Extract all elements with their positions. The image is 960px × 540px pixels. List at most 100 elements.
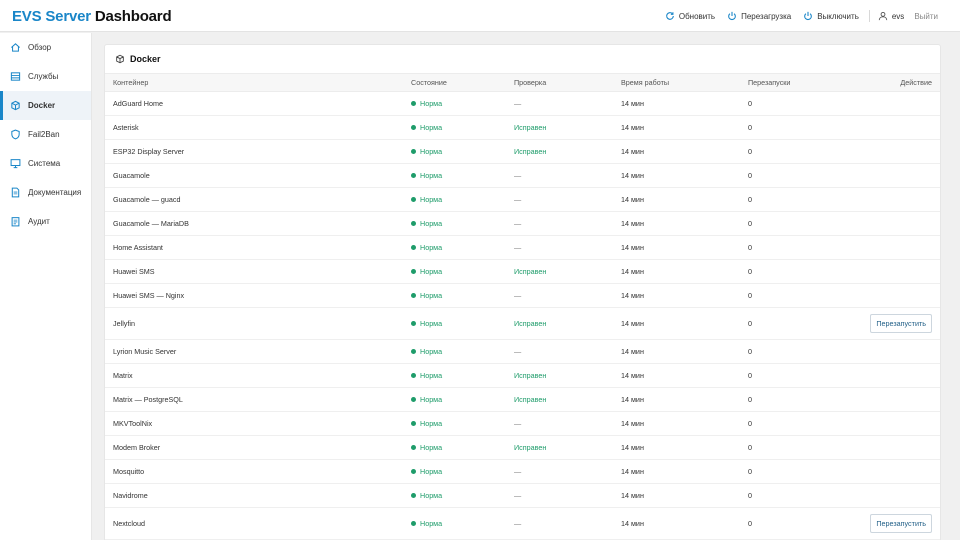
sidebar-item-system[interactable]: Система bbox=[0, 149, 91, 178]
table-row: Huawei SMS — Nginx Норма — 14 мин 0 bbox=[105, 284, 940, 308]
container-name: Navidrome bbox=[113, 491, 148, 500]
container-name: Huawei SMS — Nginx bbox=[113, 291, 185, 300]
action-cell bbox=[848, 364, 940, 388]
action-cell bbox=[848, 484, 940, 508]
table-row: Guacamole — MariaDB Норма — 14 мин 0 bbox=[105, 212, 940, 236]
status-dot bbox=[411, 221, 416, 226]
state-cell: Норма bbox=[411, 164, 514, 188]
refresh-icon bbox=[666, 12, 674, 20]
container-name: Modem Broker bbox=[113, 443, 161, 452]
sidebar-item-services[interactable]: Службы bbox=[0, 62, 91, 91]
state-label: Норма bbox=[420, 319, 443, 328]
refresh-button[interactable]: Обновить bbox=[665, 11, 715, 21]
action-cell bbox=[848, 164, 940, 188]
table-row: Navidrome Норма — 14 мин 0 bbox=[105, 484, 940, 508]
uptime: 14 мин bbox=[621, 519, 644, 528]
top-bar: EVS Server Dashboard Обновить Перезагруз… bbox=[0, 0, 960, 32]
table-row: AdGuard Home Норма — 14 мин 0 bbox=[105, 92, 940, 116]
status-dot bbox=[411, 421, 416, 426]
table-row: Modem Broker Норма Исправен 14 мин 0 bbox=[105, 436, 940, 460]
health-check: Исправен bbox=[514, 395, 547, 404]
containers-table: Контейнер Состояние Проверка Время работ… bbox=[105, 73, 940, 540]
health-check: — bbox=[514, 195, 522, 204]
health-check: — bbox=[514, 99, 522, 108]
status-dot bbox=[411, 101, 416, 106]
col-action: Действие bbox=[900, 78, 932, 87]
sidebar-item-fail2ban[interactable]: Fail2Ban bbox=[0, 120, 91, 149]
sidebar-item-docs[interactable]: Документация bbox=[0, 178, 91, 207]
status-badge: Норма bbox=[411, 267, 442, 276]
restart-count: 0 bbox=[748, 519, 752, 528]
container-name: Asterisk bbox=[113, 123, 139, 132]
restart-button[interactable]: Перезапустить bbox=[870, 514, 932, 533]
status-badge: Норма bbox=[411, 243, 442, 252]
state-cell: Норма bbox=[411, 364, 514, 388]
status-dot bbox=[411, 373, 416, 378]
col-check: Проверка bbox=[514, 78, 547, 87]
state-cell: Норма bbox=[411, 412, 514, 436]
sidebar-item-label: Документация bbox=[28, 188, 82, 197]
state-cell: Норма bbox=[411, 436, 514, 460]
state-cell: Норма bbox=[411, 92, 514, 116]
sidebar-item-label: Docker bbox=[28, 101, 56, 110]
container-name: Matrix bbox=[113, 371, 133, 380]
uptime: 14 мин bbox=[621, 219, 644, 228]
state-cell: Норма bbox=[411, 508, 514, 540]
status-dot bbox=[411, 269, 416, 274]
status-dot bbox=[411, 321, 416, 326]
reboot-label: Перезагрузка bbox=[741, 11, 792, 21]
container-name: Huawei SMS bbox=[113, 267, 155, 276]
uptime: 14 мин bbox=[621, 419, 644, 428]
user-icon bbox=[878, 11, 888, 21]
container-name: AdGuard Home bbox=[113, 99, 163, 108]
action-cell bbox=[848, 92, 940, 116]
user-menu[interactable]: evs bbox=[878, 11, 904, 21]
table-row: Mosquitto Норма — 14 мин 0 bbox=[105, 460, 940, 484]
status-dot bbox=[411, 149, 416, 154]
action-cell bbox=[848, 188, 940, 212]
restart-button[interactable]: Перезапустить bbox=[870, 314, 932, 333]
health-check: — bbox=[514, 519, 522, 528]
state-cell: Норма bbox=[411, 212, 514, 236]
action-cell bbox=[848, 140, 940, 164]
uptime: 14 мин bbox=[621, 123, 644, 132]
action-cell bbox=[848, 116, 940, 140]
state-label: Норма bbox=[420, 147, 443, 156]
state-label: Норма bbox=[420, 467, 443, 476]
table-row: Lyrion Music Server Норма — 14 мин 0 bbox=[105, 340, 940, 364]
action-cell bbox=[848, 284, 940, 308]
health-check: Исправен bbox=[514, 371, 547, 380]
state-label: Норма bbox=[420, 123, 443, 132]
uptime: 14 мин bbox=[621, 267, 644, 276]
state-label: Норма bbox=[420, 371, 443, 380]
sidebar-item-docker[interactable]: Docker bbox=[0, 91, 91, 120]
docker-panel: Docker Контейнер Состояние Проверка Врем… bbox=[104, 44, 941, 540]
sidebar-item-label: Fail2Ban bbox=[28, 130, 60, 139]
status-dot bbox=[411, 469, 416, 474]
shutdown-button[interactable]: Выключить bbox=[803, 11, 859, 21]
restart-count: 0 bbox=[748, 267, 752, 276]
container-name: Guacamole bbox=[113, 171, 150, 180]
status-badge: Норма bbox=[411, 171, 442, 180]
restart-count: 0 bbox=[748, 171, 752, 180]
reboot-button[interactable]: Перезагрузка bbox=[727, 11, 791, 21]
logout-link[interactable]: Выйти bbox=[914, 12, 938, 21]
status-dot bbox=[411, 349, 416, 354]
monitor-icon bbox=[10, 159, 21, 169]
action-cell: Перезапустить bbox=[848, 308, 940, 340]
health-check: — bbox=[514, 347, 522, 356]
action-cell bbox=[848, 260, 940, 284]
sidebar-item-audit[interactable]: Аудит bbox=[0, 207, 91, 236]
uptime: 14 мин bbox=[621, 319, 644, 328]
power-icon bbox=[728, 11, 736, 21]
health-check: — bbox=[514, 291, 522, 300]
health-check: — bbox=[514, 219, 522, 228]
status-dot bbox=[411, 293, 416, 298]
container-name: Nextcloud bbox=[113, 519, 145, 528]
table-row: MKVToolNix Норма — 14 мин 0 bbox=[105, 412, 940, 436]
sidebar-item-overview[interactable]: Обзор bbox=[0, 33, 91, 62]
action-cell bbox=[848, 436, 940, 460]
uptime: 14 мин bbox=[621, 291, 644, 300]
action-cell bbox=[848, 412, 940, 436]
restart-count: 0 bbox=[748, 491, 752, 500]
